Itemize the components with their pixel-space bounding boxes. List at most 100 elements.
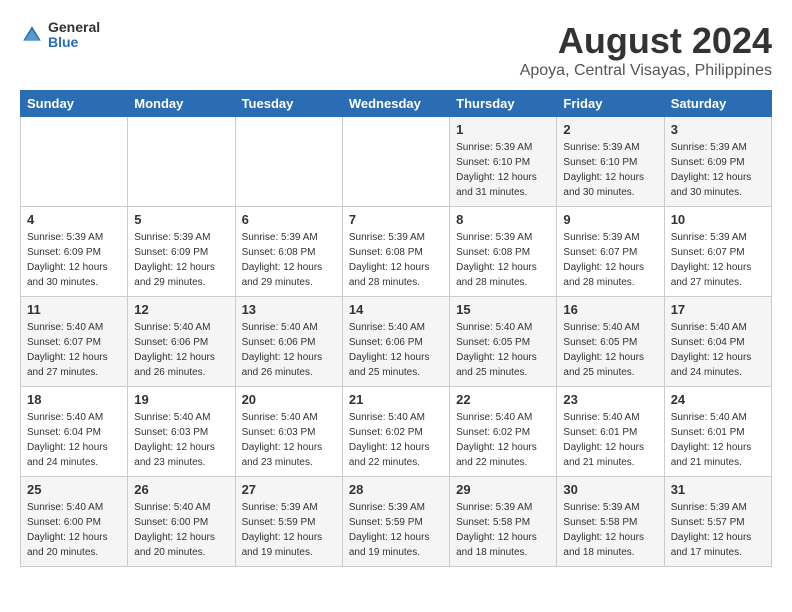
day-number: 1	[456, 122, 550, 137]
col-header-monday: Monday	[128, 91, 235, 117]
calendar-cell: 25Sunrise: 5:40 AM Sunset: 6:00 PM Dayli…	[21, 477, 128, 567]
day-info: Sunrise: 5:40 AM Sunset: 6:04 PM Dayligh…	[27, 410, 121, 470]
day-info: Sunrise: 5:40 AM Sunset: 6:01 PM Dayligh…	[671, 410, 765, 470]
day-number: 24	[671, 392, 765, 407]
day-info: Sunrise: 5:39 AM Sunset: 6:08 PM Dayligh…	[456, 230, 550, 290]
day-number: 4	[27, 212, 121, 227]
day-number: 27	[242, 482, 336, 497]
day-number: 19	[134, 392, 228, 407]
day-number: 10	[671, 212, 765, 227]
calendar-cell: 14 Sunrise: 5:40 AM Sunset: 6:06 PM Dayli…	[342, 297, 449, 387]
calendar-cell: 19Sunrise: 5:40 AM Sunset: 6:03 PM Dayli…	[128, 387, 235, 477]
logo-text: General Blue	[48, 20, 100, 51]
day-info: Sunrise: 5:40 AM Sunset: 6:06 PM Dayligh…	[134, 320, 228, 380]
day-info: Sunrise: 5:39 AM Sunset: 6:10 PM Dayligh…	[563, 140, 657, 200]
day-info: Sunrise: 5:40 AM Sunset: 6:05 PM Dayligh…	[563, 320, 657, 380]
calendar-cell: 9 Sunrise: 5:39 AM Sunset: 6:07 PM Daylig…	[557, 207, 664, 297]
calendar-cell: 10 Sunrise: 5:39 AM Sunset: 6:07 PM Dayli…	[664, 207, 771, 297]
page-subtitle: Apoya, Central Visayas, Philippines	[520, 62, 772, 80]
col-header-wednesday: Wednesday	[342, 91, 449, 117]
day-number: 14	[349, 302, 443, 317]
day-number: 12	[134, 302, 228, 317]
logo-blue-label: Blue	[48, 35, 100, 50]
day-number: 25	[27, 482, 121, 497]
calendar-cell	[235, 117, 342, 207]
calendar-cell: 26Sunrise: 5:40 AM Sunset: 6:00 PM Dayli…	[128, 477, 235, 567]
day-number: 3	[671, 122, 765, 137]
day-number: 21	[349, 392, 443, 407]
day-number: 9	[563, 212, 657, 227]
calendar-cell: 15Sunrise: 5:40 AM Sunset: 6:05 PM Dayli…	[450, 297, 557, 387]
calendar-cell: 27 Sunrise: 5:39 AM Sunset: 5:59 PM Dayli…	[235, 477, 342, 567]
day-info: Sunrise: 5:39 AM Sunset: 5:59 PM Dayligh…	[349, 500, 443, 560]
col-header-friday: Friday	[557, 91, 664, 117]
calendar-cell: 1 Sunrise: 5:39 AM Sunset: 6:10 PM Daylig…	[450, 117, 557, 207]
day-info: Sunrise: 5:40 AM Sunset: 6:04 PM Dayligh…	[671, 320, 765, 380]
day-info: Sunrise: 5:39 AM Sunset: 5:58 PM Dayligh…	[563, 500, 657, 560]
calendar-cell: 12 Sunrise: 5:40 AM Sunset: 6:06 PM Dayli…	[128, 297, 235, 387]
calendar-cell: 7 Sunrise: 5:39 AM Sunset: 6:08 PM Daylig…	[342, 207, 449, 297]
day-info: Sunrise: 5:39 AM Sunset: 6:10 PM Dayligh…	[456, 140, 550, 200]
calendar-cell: 4 Sunrise: 5:39 AM Sunset: 6:09 PM Daylig…	[21, 207, 128, 297]
day-info: Sunrise: 5:39 AM Sunset: 5:58 PM Dayligh…	[456, 500, 550, 560]
logo-general-label: General	[48, 20, 100, 35]
calendar-cell	[128, 117, 235, 207]
page-title: August 2024	[520, 20, 772, 62]
week-row-2: 4 Sunrise: 5:39 AM Sunset: 6:09 PM Daylig…	[21, 207, 772, 297]
day-number: 20	[242, 392, 336, 407]
day-info: Sunrise: 5:40 AM Sunset: 6:01 PM Dayligh…	[563, 410, 657, 470]
day-info: Sunrise: 5:40 AM Sunset: 6:07 PM Dayligh…	[27, 320, 121, 380]
calendar-cell: 28 Sunrise: 5:39 AM Sunset: 5:59 PM Dayli…	[342, 477, 449, 567]
day-info: Sunrise: 5:40 AM Sunset: 6:02 PM Dayligh…	[349, 410, 443, 470]
week-row-1: 1 Sunrise: 5:39 AM Sunset: 6:10 PM Daylig…	[21, 117, 772, 207]
calendar-cell: 6Sunrise: 5:39 AM Sunset: 6:08 PM Daylig…	[235, 207, 342, 297]
day-info: Sunrise: 5:39 AM Sunset: 6:07 PM Dayligh…	[671, 230, 765, 290]
col-header-saturday: Saturday	[664, 91, 771, 117]
day-number: 2	[563, 122, 657, 137]
week-row-5: 25Sunrise: 5:40 AM Sunset: 6:00 PM Dayli…	[21, 477, 772, 567]
day-number: 8	[456, 212, 550, 227]
day-info: Sunrise: 5:39 AM Sunset: 6:07 PM Dayligh…	[563, 230, 657, 290]
day-info: Sunrise: 5:40 AM Sunset: 6:06 PM Dayligh…	[242, 320, 336, 380]
calendar-cell: 31Sunrise: 5:39 AM Sunset: 5:57 PM Dayli…	[664, 477, 771, 567]
calendar-cell: 2 Sunrise: 5:39 AM Sunset: 6:10 PM Daylig…	[557, 117, 664, 207]
week-row-4: 18 Sunrise: 5:40 AM Sunset: 6:04 PM Dayli…	[21, 387, 772, 477]
day-number: 17	[671, 302, 765, 317]
day-number: 29	[456, 482, 550, 497]
calendar-cell: 18 Sunrise: 5:40 AM Sunset: 6:04 PM Dayli…	[21, 387, 128, 477]
title-block: August 2024 Apoya, Central Visayas, Phil…	[520, 20, 772, 80]
day-info: Sunrise: 5:40 AM Sunset: 6:06 PM Dayligh…	[349, 320, 443, 380]
calendar-cell: 24 Sunrise: 5:40 AM Sunset: 6:01 PM Dayli…	[664, 387, 771, 477]
calendar-table: SundayMondayTuesdayWednesdayThursdayFrid…	[20, 90, 772, 567]
day-number: 5	[134, 212, 228, 227]
day-number: 28	[349, 482, 443, 497]
day-number: 6	[242, 212, 336, 227]
logo: General Blue	[20, 20, 100, 51]
col-header-tuesday: Tuesday	[235, 91, 342, 117]
calendar-cell: 17 Sunrise: 5:40 AM Sunset: 6:04 PM Dayli…	[664, 297, 771, 387]
day-info: Sunrise: 5:39 AM Sunset: 6:09 PM Dayligh…	[27, 230, 121, 290]
calendar-cell: 29 Sunrise: 5:39 AM Sunset: 5:58 PM Dayli…	[450, 477, 557, 567]
calendar-cell: 11Sunrise: 5:40 AM Sunset: 6:07 PM Dayli…	[21, 297, 128, 387]
day-info: Sunrise: 5:40 AM Sunset: 6:02 PM Dayligh…	[456, 410, 550, 470]
day-number: 31	[671, 482, 765, 497]
calendar-cell: 8 Sunrise: 5:39 AM Sunset: 6:08 PM Daylig…	[450, 207, 557, 297]
calendar-cell: 21 Sunrise: 5:40 AM Sunset: 6:02 PM Dayli…	[342, 387, 449, 477]
week-row-3: 11Sunrise: 5:40 AM Sunset: 6:07 PM Dayli…	[21, 297, 772, 387]
day-info: Sunrise: 5:40 AM Sunset: 6:05 PM Dayligh…	[456, 320, 550, 380]
calendar-cell: 23 Sunrise: 5:40 AM Sunset: 6:01 PM Dayli…	[557, 387, 664, 477]
page-header: General Blue August 2024 Apoya, Central …	[20, 20, 772, 80]
day-number: 7	[349, 212, 443, 227]
calendar-cell: 3Sunrise: 5:39 AM Sunset: 6:09 PM Daylig…	[664, 117, 771, 207]
day-number: 13	[242, 302, 336, 317]
day-info: Sunrise: 5:39 AM Sunset: 5:59 PM Dayligh…	[242, 500, 336, 560]
day-info: Sunrise: 5:39 AM Sunset: 6:08 PM Dayligh…	[349, 230, 443, 290]
day-number: 18	[27, 392, 121, 407]
day-info: Sunrise: 5:39 AM Sunset: 6:09 PM Dayligh…	[134, 230, 228, 290]
day-info: Sunrise: 5:40 AM Sunset: 6:03 PM Dayligh…	[242, 410, 336, 470]
day-number: 23	[563, 392, 657, 407]
calendar-cell	[342, 117, 449, 207]
calendar-cell	[21, 117, 128, 207]
calendar-cell: 20 Sunrise: 5:40 AM Sunset: 6:03 PM Dayli…	[235, 387, 342, 477]
day-number: 26	[134, 482, 228, 497]
